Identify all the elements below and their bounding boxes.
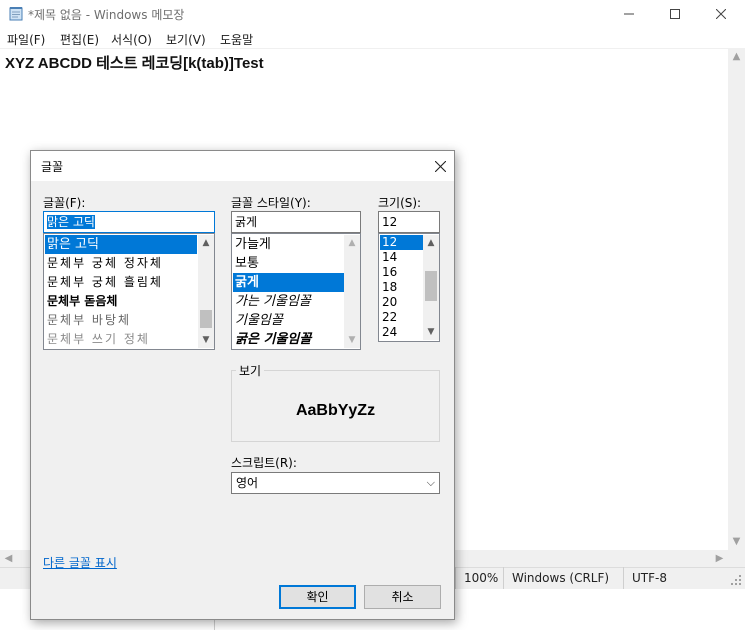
close-icon	[716, 9, 726, 19]
font-list-scrollbar[interactable]: ▲ ▼	[198, 235, 214, 348]
size-list-item[interactable]: 20	[380, 295, 423, 310]
status-encoding: UTF-8	[623, 567, 728, 589]
editor-content: XYZ ABCDD 테스트 레코딩[k(tab)]Test	[5, 55, 264, 72]
menu-format[interactable]: 서식(O)	[111, 31, 152, 48]
size-label: 크기(S):	[378, 196, 422, 210]
style-list-item[interactable]: 가는 기울임꼴	[233, 292, 344, 311]
scroll-up-icon[interactable]: ▲	[344, 235, 360, 251]
scroll-right-icon[interactable]: ▶	[711, 550, 728, 567]
font-list-item[interactable]: 문체부 궁체 정자체	[45, 254, 197, 273]
cancel-button[interactable]: 취소	[364, 585, 441, 609]
ok-button[interactable]: 확인	[279, 585, 356, 609]
menu-view[interactable]: 보기(V)	[166, 31, 206, 48]
close-icon	[434, 160, 446, 172]
font-list-item[interactable]: 문체부 쓰기 정체	[45, 330, 197, 349]
font-list[interactable]: 맑은 고딕 문체부 궁체 정자체 문체부 궁체 흘림체 문체부 돋음체 문체부 …	[43, 233, 215, 350]
font-label: 글꼴(F):	[43, 196, 86, 210]
size-list-scrollbar[interactable]: ▲ ▼	[423, 235, 439, 340]
size-list-item[interactable]: 24	[380, 325, 423, 340]
scroll-thumb[interactable]	[425, 271, 437, 301]
menu-file[interactable]: 파일(F)	[7, 31, 45, 48]
font-list-item[interactable]: 맑은 고딕	[45, 235, 197, 254]
size-list-item[interactable]: 18	[380, 280, 423, 295]
scroll-left-icon[interactable]: ◀	[0, 550, 17, 567]
script-select[interactable]: 영어 ⌵	[231, 472, 440, 494]
font-list-item[interactable]: 문체부 돋음체	[45, 292, 197, 311]
style-list[interactable]: 가늘게 보통 굵게 가는 기울임꼴 기울임꼴 굵은 기울임꼴 ▲ ▼	[231, 233, 361, 350]
dialog-titlebar[interactable]	[31, 151, 454, 181]
font-input[interactable]: 맑은 고딕	[43, 211, 215, 233]
size-list-item[interactable]: 16	[380, 265, 423, 280]
show-more-fonts-link[interactable]: 다른 글꼴 표시	[43, 554, 117, 571]
style-list-item[interactable]: 보통	[233, 254, 344, 273]
menu-help[interactable]: 도움말	[220, 31, 253, 48]
maximize-icon	[670, 9, 680, 19]
minimize-button[interactable]	[606, 0, 652, 28]
close-button[interactable]	[698, 0, 744, 28]
minimize-icon	[624, 13, 634, 15]
window-title: *제목 없음 - Windows 메모장	[28, 8, 185, 22]
font-input-value: 맑은 고딕	[47, 215, 95, 229]
scroll-down-icon[interactable]: ▼	[423, 324, 439, 340]
maximize-button[interactable]	[652, 0, 698, 28]
vertical-scrollbar[interactable]: ▲ ▼	[728, 48, 745, 550]
style-label: 글꼴 스타일(Y):	[231, 196, 311, 210]
dialog-close-button[interactable]	[426, 152, 454, 180]
preview-label: 보기	[236, 362, 265, 379]
size-list-item[interactable]: 22	[380, 310, 423, 325]
font-list-item[interactable]: 문체부 바탕체	[45, 311, 197, 330]
scroll-up-icon[interactable]: ▲	[198, 235, 214, 251]
scroll-up-icon[interactable]: ▲	[728, 48, 745, 65]
size-list[interactable]: 12 14 16 18 20 22 24 ▲ ▼	[378, 233, 440, 342]
style-input[interactable]: 굵게	[231, 211, 361, 233]
script-select-value: 영어	[236, 476, 259, 490]
scroll-down-icon[interactable]: ▼	[728, 533, 745, 550]
status-line-ending: Windows (CRLF)	[503, 567, 623, 589]
menu-edit[interactable]: 편집(E)	[60, 31, 99, 48]
scroll-down-icon[interactable]: ▼	[344, 332, 360, 348]
chevron-down-icon: ⌵	[426, 476, 435, 489]
style-list-scrollbar[interactable]: ▲ ▼	[344, 235, 360, 348]
script-label: 스크립트(R):	[231, 456, 297, 470]
style-list-item[interactable]: 기울임꼴	[233, 311, 344, 330]
style-list-item[interactable]: 굵은 기울임꼴	[233, 330, 344, 349]
size-input[interactable]: 12	[378, 211, 440, 233]
scroll-down-icon[interactable]: ▼	[198, 332, 214, 348]
size-list-item[interactable]: 14	[380, 250, 423, 265]
font-list-item[interactable]: 문체부 궁체 흘림체	[45, 273, 197, 292]
notepad-icon	[9, 7, 23, 21]
style-list-item[interactable]: 가늘게	[233, 235, 344, 254]
size-list-item[interactable]: 12	[380, 235, 423, 250]
preview-sample: AaBbYyZz	[295, 402, 376, 419]
style-list-item[interactable]: 굵게	[233, 273, 344, 292]
dialog-title: 글꼴	[41, 160, 64, 174]
resize-grip-icon[interactable]	[730, 574, 742, 586]
scroll-up-icon[interactable]: ▲	[423, 235, 439, 251]
status-zoom: 100%	[455, 567, 503, 589]
scroll-thumb[interactable]	[200, 310, 212, 328]
scroll-corner	[728, 550, 745, 567]
